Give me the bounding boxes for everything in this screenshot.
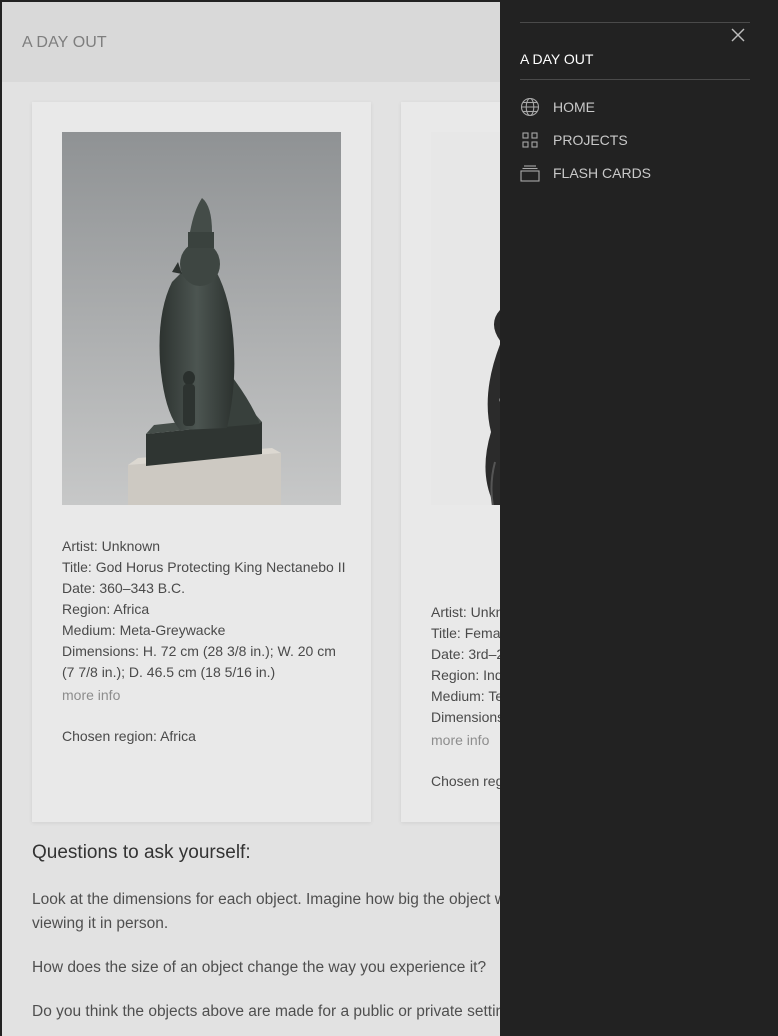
title-text: Title: God Horus Protecting King Nectane… bbox=[62, 559, 346, 575]
artwork-card: Artist: Unkn Title: Femal Date: 3rd–2 Re… bbox=[401, 102, 500, 822]
nav-drawer: A DAY OUT HOME PROJECTS FLASH CARDS bbox=[500, 0, 778, 1036]
questions-heading: Questions to ask yourself: bbox=[32, 842, 251, 863]
nav-label: PROJECTS bbox=[553, 131, 628, 148]
drawer-nav: HOME PROJECTS FLASH CARDS bbox=[520, 90, 750, 189]
artwork-card: Artist: Unknown Title: God Horus Protect… bbox=[32, 102, 371, 822]
nav-item-flash-cards[interactable]: FLASH CARDS bbox=[520, 156, 750, 189]
nav-item-projects[interactable]: PROJECTS bbox=[520, 123, 750, 156]
grid-icon bbox=[520, 130, 540, 150]
chosen-region-text: Chosen reg bbox=[431, 773, 500, 789]
artist-text: Artist: Unknown bbox=[62, 538, 161, 554]
globe-icon bbox=[520, 97, 540, 117]
nav-label: FLASH CARDS bbox=[553, 164, 652, 181]
chosen-region-text: Chosen region: Africa bbox=[62, 728, 196, 744]
medium-text: Medium: Meta-Greywacke bbox=[62, 622, 226, 638]
site-brand[interactable]: A DAY OUT bbox=[22, 34, 107, 52]
cards-icon bbox=[520, 163, 540, 183]
question-item: Do you think the objects above are made … bbox=[32, 1003, 500, 1020]
title-text: Title: Femal bbox=[431, 625, 500, 641]
artwork-image bbox=[62, 132, 341, 505]
nav-item-home[interactable]: HOME bbox=[520, 90, 750, 123]
female-figure-image bbox=[431, 132, 500, 505]
question-item: Look at the dimensions for each object. … bbox=[32, 891, 500, 932]
dimensions-text: Dimensions bbox=[431, 709, 500, 725]
date-text: Date: 3rd–2 bbox=[431, 646, 500, 662]
top-bar: A DAY OUT bbox=[2, 2, 500, 82]
drawer-title[interactable]: A DAY OUT bbox=[520, 51, 593, 67]
main-page: A DAY OUT Artist: Unknown Title: God Hor… bbox=[2, 2, 500, 1036]
artwork-details: Artist: Unkn Title: Femal Date: 3rd–2 Re… bbox=[431, 602, 500, 792]
close-icon[interactable] bbox=[730, 27, 746, 43]
dimensions-text: Dimensions: H. 72 cm (28 3/8 in.); W. 20… bbox=[62, 643, 336, 680]
date-text: Date: 360–343 B.C. bbox=[62, 580, 185, 596]
more-info-link[interactable]: more info bbox=[62, 685, 347, 706]
questions-section: Questions to ask yourself: Look at the d… bbox=[32, 842, 500, 1036]
horus-statue-image bbox=[62, 132, 341, 505]
artist-text: Artist: Unkn bbox=[431, 604, 500, 620]
artwork-details: Artist: Unknown Title: God Horus Protect… bbox=[62, 536, 347, 747]
divider bbox=[520, 79, 750, 80]
artwork-image bbox=[431, 132, 500, 505]
medium-text: Medium: Te bbox=[431, 688, 500, 704]
region-text: Region: Ind bbox=[431, 667, 500, 683]
question-item: How does the size of an object change th… bbox=[32, 959, 487, 976]
nav-label: HOME bbox=[553, 98, 595, 115]
divider bbox=[520, 22, 750, 23]
region-text: Region: Africa bbox=[62, 601, 150, 617]
more-info-link[interactable]: more info bbox=[431, 730, 500, 751]
